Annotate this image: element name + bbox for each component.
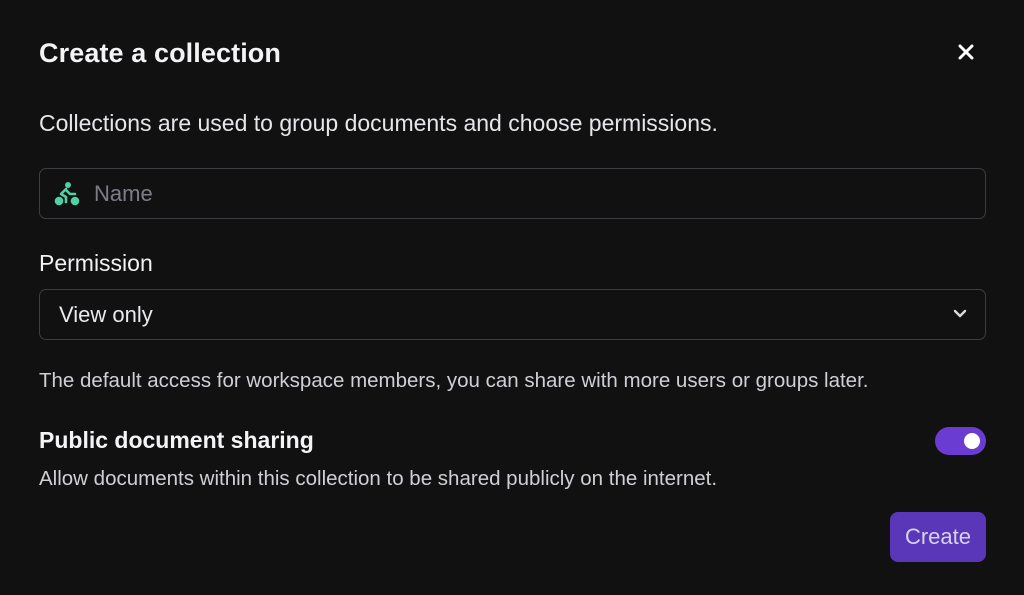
- permission-helper-text: The default access for workspace members…: [39, 369, 869, 392]
- permission-select[interactable]: View only: [39, 289, 986, 340]
- close-icon: [957, 43, 975, 66]
- permission-label: Permission: [39, 250, 153, 276]
- toggle-knob: [964, 433, 980, 449]
- public-sharing-description: Allow documents within this collection t…: [39, 467, 718, 490]
- name-field[interactable]: [39, 168, 986, 219]
- chevron-down-icon: [953, 306, 967, 324]
- dialog-title: Create a collection: [39, 38, 281, 68]
- close-button[interactable]: [952, 40, 980, 68]
- dialog-description: Collections are used to group documents …: [39, 110, 718, 136]
- permission-selected-value: View only: [59, 301, 153, 327]
- name-input[interactable]: [94, 169, 985, 218]
- create-collection-dialog: Create a collection Collections are used…: [0, 0, 1024, 595]
- create-button[interactable]: Create: [890, 512, 986, 562]
- bicycle-rider-icon[interactable]: [40, 168, 94, 219]
- public-sharing-title: Public document sharing: [39, 427, 314, 453]
- public-sharing-toggle[interactable]: [935, 427, 986, 455]
